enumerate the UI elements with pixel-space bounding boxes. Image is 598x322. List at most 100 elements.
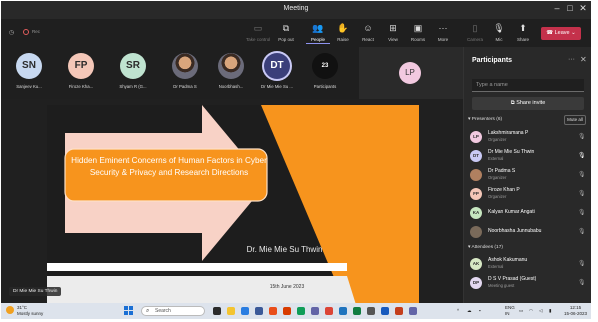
- app-tray-icon[interactable]: ▪: [479, 308, 481, 313]
- participant-row[interactable]: Dr Padma S Organizer 🎙: [470, 167, 588, 183]
- clock[interactable]: 12:15 15-06-2023: [564, 305, 587, 316]
- attendee-tile[interactable]: Noorbhash...: [207, 53, 255, 89]
- settings-icon[interactable]: [367, 307, 375, 315]
- mic-off-icon[interactable]: 🎙: [578, 209, 586, 216]
- mic-on-icon[interactable]: 🎙: [578, 152, 586, 159]
- chevron-up-icon[interactable]: ^: [457, 308, 459, 313]
- teams-icon[interactable]: [409, 307, 417, 315]
- participant-row[interactable]: DP D S V Prasad (Guest) Meeting guest 🎙: [470, 275, 588, 291]
- maximize-icon[interactable]: □: [564, 3, 576, 13]
- slide-date: 15th June 2023: [269, 284, 305, 290]
- chevron-down-icon: ▾: [468, 117, 471, 122]
- display-icon[interactable]: ▭: [519, 308, 523, 314]
- close-icon[interactable]: ✕: [577, 3, 589, 14]
- attendee-tile[interactable]: Dr Padma S: [161, 53, 209, 89]
- camera-button[interactable]: ▯ Camera: [463, 22, 487, 42]
- edge-icon[interactable]: [241, 307, 249, 315]
- weather-widget[interactable]: 31°C Mostly sunny: [6, 305, 43, 316]
- mic-off-icon[interactable]: 🎙: [578, 260, 586, 267]
- cloud-icon[interactable]: ☁: [467, 308, 472, 314]
- react-button[interactable]: ☺ React: [356, 22, 380, 42]
- mic-icon: 🎙: [493, 23, 505, 33]
- mic-button[interactable]: 🎙 Mic: [487, 22, 511, 42]
- file-explorer-icon[interactable]: [227, 307, 235, 315]
- participant-search-input[interactable]: [472, 79, 584, 92]
- mic-off-icon[interactable]: 🎙: [578, 228, 586, 235]
- avatar: FP: [68, 53, 94, 79]
- more-button[interactable]: ··· More: [431, 22, 455, 42]
- people-button[interactable]: 👥 People: [306, 22, 330, 44]
- battery-icon[interactable]: ▮: [549, 308, 551, 314]
- participant-row[interactable]: KA Kalyan Kumar Angati 🎙: [470, 205, 588, 221]
- participants-count-tile[interactable]: 23 Participants: [301, 53, 349, 89]
- hand-icon: ✋: [337, 23, 349, 33]
- participant-row[interactable]: FP Firoze Khan P Organizer 🎙: [470, 186, 588, 202]
- title-bar: Meeting – □ ✕: [1, 1, 591, 19]
- rooms-button[interactable]: ▣ Rooms: [406, 22, 430, 42]
- close-panel-icon[interactable]: ✕: [580, 55, 587, 64]
- avatar: SR: [120, 53, 146, 79]
- powerpoint-icon[interactable]: [395, 307, 403, 315]
- avatar: SN: [16, 53, 42, 79]
- mic-off-icon[interactable]: 🎙: [578, 279, 586, 286]
- share-invite-button[interactable]: ⧉ Share invite: [472, 97, 584, 110]
- excel-icon[interactable]: [353, 307, 361, 315]
- raise-hand-button[interactable]: ✋ Raise: [331, 22, 355, 42]
- phone-icon: ☎: [546, 30, 554, 36]
- mic-off-icon[interactable]: 🎙: [578, 133, 586, 140]
- taskbar-search-box[interactable]: ⌕ Search: [141, 306, 205, 316]
- task-view-icon[interactable]: [213, 307, 221, 315]
- participant-row[interactable]: Noorbhasha Junnubabu 🎙: [470, 224, 588, 240]
- chevron-down-icon: ▾: [468, 245, 471, 250]
- slide-graphics: [47, 105, 419, 308]
- attendee-tile[interactable]: SR Shyam R (G...: [109, 53, 157, 89]
- minimize-icon[interactable]: –: [551, 3, 563, 13]
- avatar-photo: [218, 53, 244, 79]
- wifi-icon[interactable]: ◠: [529, 308, 533, 314]
- participant-name: Dr Padma S: [488, 168, 516, 174]
- volume-icon[interactable]: ◁: [539, 308, 542, 314]
- avatar: DT: [470, 150, 482, 162]
- system-tray: ^ ☁ ▪ ENG IN ▭ ◠ ◁ ▮ 12:15 15-06-2023: [457, 305, 589, 317]
- video-tile[interactable]: LP: [359, 47, 463, 99]
- participant-role: Organizer: [488, 137, 507, 142]
- mic-off-icon[interactable]: 🎙: [578, 171, 586, 178]
- avatar: DP: [470, 277, 482, 289]
- participant-name: Ashok Kakumanu: [488, 257, 528, 263]
- leave-button[interactable]: ☎ Leave ⌄: [541, 27, 581, 40]
- word-icon[interactable]: [381, 307, 389, 315]
- more-options-icon[interactable]: ···: [568, 56, 575, 63]
- office-icon[interactable]: [283, 307, 291, 315]
- app-icon[interactable]: [297, 307, 305, 315]
- slide-author: Dr. Mie Mie Su Thwin: [246, 245, 323, 254]
- attendee-tile[interactable]: FP Firoze Kha...: [57, 53, 105, 89]
- attendee-name: Sanjeev Ku...: [16, 84, 42, 89]
- take-control-button[interactable]: ▭ Take control: [246, 22, 270, 42]
- pop-out-button[interactable]: ⧉ Pop out: [274, 22, 298, 42]
- view-button[interactable]: ⊞ View: [381, 22, 405, 42]
- mute-all-button[interactable]: Mute all: [564, 115, 586, 125]
- app-icon[interactable]: [255, 307, 263, 315]
- popout-icon: ⧉: [282, 23, 290, 33]
- language-indicator[interactable]: ENG IN: [505, 305, 515, 316]
- avatar: KA: [470, 207, 482, 219]
- participant-row[interactable]: DT Dr Mie Mie Su Thwin External 🎙: [470, 148, 588, 164]
- attendee-tile[interactable]: DT Dr Mie Mie Su ...: [253, 53, 301, 89]
- attendees-header[interactable]: ▾ Attendees (17): [468, 245, 503, 250]
- search-icon: ⌕: [146, 308, 150, 314]
- participant-row[interactable]: LP Lakshmiramana P Organizer 🎙: [470, 129, 588, 145]
- shared-content-stage: Hidden Eminent Concerns of Human Factors…: [1, 99, 463, 319]
- avatar: FP: [470, 188, 482, 200]
- participant-row[interactable]: AK Ashok Kakumanu External 🎙: [470, 256, 588, 272]
- app-icon[interactable]: [269, 307, 277, 315]
- app-icon[interactable]: [339, 307, 347, 315]
- slide-white-band: [47, 263, 347, 271]
- chrome-icon[interactable]: [325, 307, 333, 315]
- windows-start-icon[interactable]: [124, 306, 134, 316]
- share-button[interactable]: ⬆ Share: [511, 22, 535, 42]
- attendee-tile[interactable]: SN Sanjeev Ku...: [5, 53, 53, 89]
- presenters-header[interactable]: ▾ Presenters (6): [468, 117, 502, 122]
- participant-name: Kalyan Kumar Angati: [488, 209, 535, 215]
- mic-off-icon[interactable]: 🎙: [578, 190, 586, 197]
- teams-icon[interactable]: [311, 307, 319, 315]
